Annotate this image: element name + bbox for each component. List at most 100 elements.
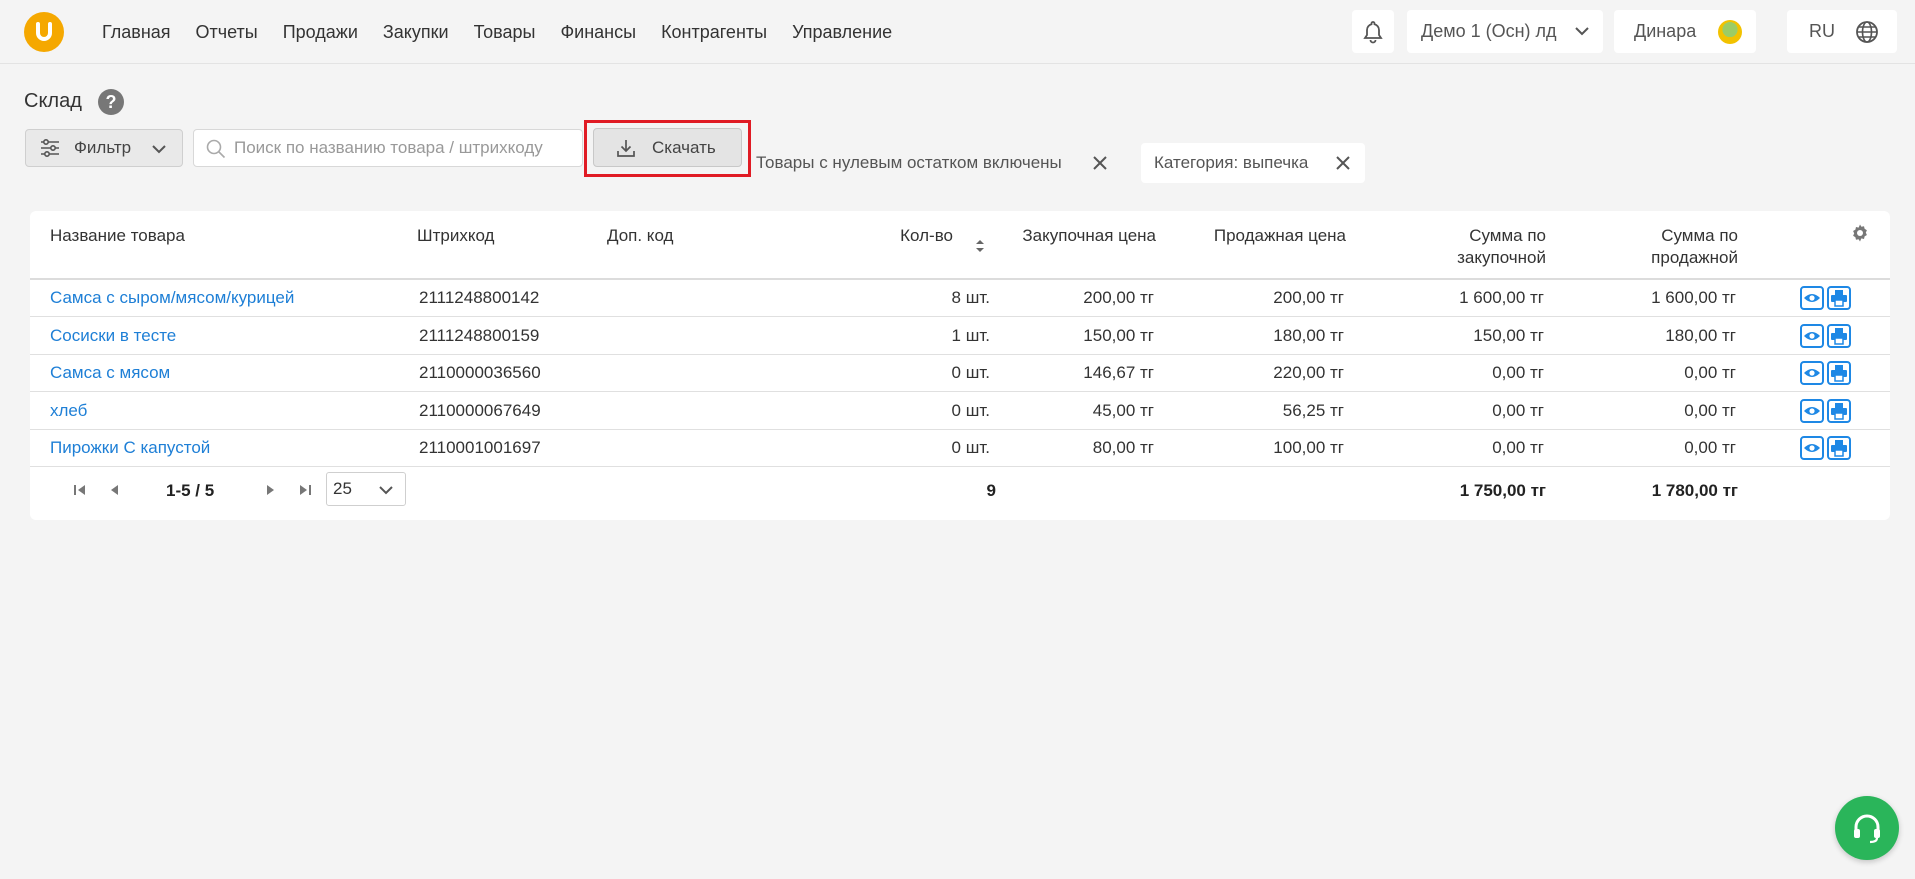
purchase-price-cell: 45,00 тг [1092,400,1154,420]
nav-item-finance[interactable]: Финансы [560,22,636,43]
sort-icon[interactable] [974,238,986,254]
next-page-icon[interactable] [262,482,278,498]
view-button[interactable] [1800,436,1824,460]
column-header-qty[interactable]: Кол-во [830,225,953,247]
column-header-sum-sale[interactable]: Сумма по продажной [1590,225,1738,269]
filter-chip-label: Товары с нулевым остатком включены [756,153,1062,172]
product-name-link[interactable]: Самса с сыром/мясом/курицей [50,288,294,308]
purchase-price-cell: 200,00 тг [1083,288,1154,307]
search-input[interactable] [234,130,574,166]
close-icon[interactable] [1335,155,1351,171]
column-header-purchase-price[interactable]: Закупочная цена [1000,225,1156,247]
language-select[interactable]: RU [1787,10,1897,53]
chevron-down-icon [152,145,166,154]
view-button[interactable] [1800,323,1824,348]
last-page-icon[interactable] [297,482,313,498]
nav-item-home[interactable]: Главная [102,22,171,43]
nav-item-management[interactable]: Управление [792,22,892,43]
bell-icon [1363,20,1383,43]
qty-cell: 0 шт. [951,400,990,420]
sale-price-cell: 200,00 тг [1273,288,1344,307]
filter-chip-zero-stock: Товары с нулевым остатком включены [752,143,1122,183]
user-menu[interactable]: Динара [1614,10,1756,53]
view-button[interactable] [1800,398,1824,423]
qty-cell: 0 шт. [951,363,990,382]
print-button[interactable] [1827,323,1851,348]
barcode-cell: 2111248800159 [419,325,540,345]
view-button[interactable] [1800,286,1824,310]
nav-item-purchases[interactable]: Закупки [383,22,449,43]
print-icon [1831,365,1847,382]
support-chat-button[interactable] [1835,796,1899,860]
nav-item-sales[interactable]: Продажи [283,22,358,43]
sum-purchase-cell: 0,00 тг [1492,438,1544,457]
download-icon [617,139,635,157]
close-icon[interactable] [1092,155,1108,171]
pagination-range: 1-5 / 5 [166,481,215,500]
sum-sale-cell: 0,00 тг [1684,363,1736,382]
sale-price-cell: 220,00 тг [1273,363,1344,382]
download-button[interactable]: Скачать [593,128,742,167]
prev-page-icon[interactable] [107,482,123,498]
print-icon [1831,290,1847,307]
download-label: Скачать [652,137,716,157]
print-button[interactable] [1827,436,1851,460]
product-name-link[interactable]: Пирожки С капустой [50,438,210,458]
sum-purchase-cell: 150,00 тг [1473,325,1544,345]
gear-icon[interactable] [1850,223,1870,243]
eye-icon [1804,406,1820,415]
table-row: Сосиски в тесте 2111248800159 1 шт. 150,00 … [30,318,1890,355]
eye-icon [1804,331,1820,340]
view-button[interactable] [1800,361,1824,385]
column-header-sum-sale-line1: Сумма по [1661,226,1738,245]
product-name-link[interactable]: Самса с мясом [50,363,170,383]
page-size-select[interactable]: 25 [326,472,406,506]
column-header-extra-code[interactable]: Доп. код [607,225,673,247]
print-button[interactable] [1827,361,1851,385]
chevron-down-icon [1575,27,1589,36]
sale-price-cell: 100,00 тг [1273,438,1344,457]
page-title: Склад [24,90,82,112]
first-page-icon[interactable] [72,482,88,498]
product-name-link[interactable]: хлеб [50,401,87,421]
globe-icon [1856,21,1878,43]
avatar [1718,20,1742,44]
sum-sale-cell: 180,00 тг [1665,325,1736,345]
print-icon [1831,440,1847,457]
table-row: Пирожки С капустой 2110001001697 0 шт. 80,0… [30,430,1890,467]
top-header: Главная Отчеты Продажи Закупки Товары Фи… [0,0,1915,64]
column-header-sum-purchase[interactable]: Сумма по закупочной [1390,225,1546,269]
table-row: Самса с мясом 2110000036560 0 шт. 146,67 тг… [30,355,1890,392]
organization-label: Демо 1 (Осн) лд [1421,21,1557,41]
nav-item-counterparties[interactable]: Контрагенты [661,22,767,43]
filter-button[interactable]: Фильтр [25,129,183,167]
sale-price-cell: 180,00 тг [1273,325,1344,345]
table-row: Самса с сыром/мясом/курицей 2111248800142… [30,280,1890,317]
page-size-value: 25 [333,479,352,498]
column-header-sale-price[interactable]: Продажная цена [1170,225,1346,247]
column-header-barcode[interactable]: Штрихкод [417,225,494,247]
language-label: RU [1809,21,1835,41]
table-row: хлеб 2110000067649 0 шт. 45,00 тг 56,25 тг 0,… [30,393,1890,430]
filter-chip-category: Категория: выпечка [1141,143,1365,183]
print-button[interactable] [1827,398,1851,423]
barcode-cell: 2110000036560 [419,363,541,382]
barcode-cell: 2110000067649 [419,400,541,420]
logo-icon[interactable] [24,12,64,52]
eye-icon [1804,294,1820,302]
organization-select[interactable]: Демо 1 (Осн) лд [1407,10,1603,53]
help-icon[interactable]: ? [98,89,124,115]
filter-label: Фильтр [74,138,132,157]
print-button[interactable] [1827,286,1851,310]
notifications-button[interactable] [1352,10,1394,53]
search-icon [206,139,226,159]
column-header-name[interactable]: Название товара [50,225,185,247]
search-field[interactable] [193,129,583,167]
purchase-price-cell: 80,00 тг [1092,438,1154,457]
column-header-sum-sale-line2: продажной [1651,248,1738,267]
sale-price-cell: 56,25 тг [1282,400,1344,420]
eye-icon [1804,444,1820,452]
nav-item-products[interactable]: Товары [474,22,536,43]
product-name-link[interactable]: Сосиски в тесте [50,326,176,346]
nav-item-reports[interactable]: Отчеты [196,22,258,43]
